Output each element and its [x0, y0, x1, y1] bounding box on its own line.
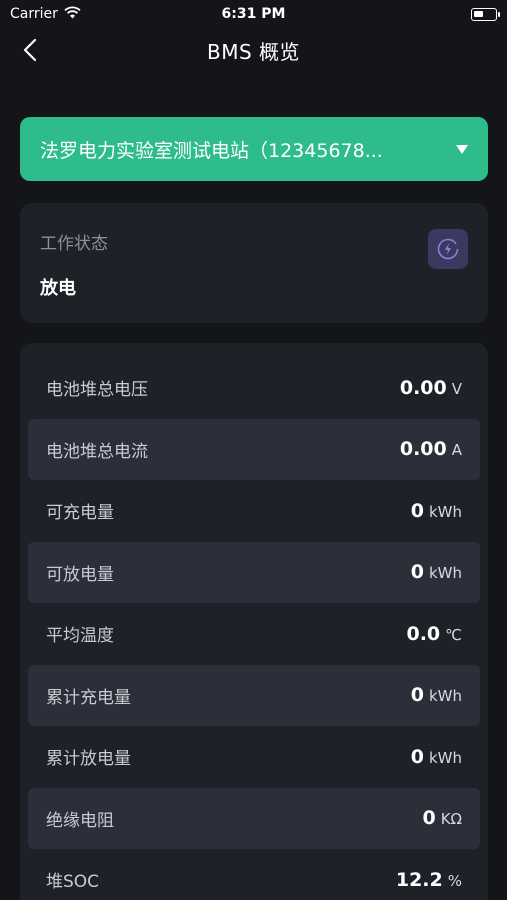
chevron-left-icon — [23, 38, 37, 62]
metric-value: 0 — [410, 561, 424, 584]
metric-row-dischargeable-energy: 可放电量 0 kWh — [28, 541, 480, 603]
metric-value-group: 0 kWh — [411, 684, 462, 706]
metric-unit: KΩ — [440, 810, 462, 829]
metric-label: 可放电量 — [46, 564, 114, 585]
metric-label: 电池堆总电压 — [46, 380, 148, 401]
metric-value: 0 — [410, 684, 424, 707]
metric-value-group: 0.00 A — [400, 438, 462, 460]
metric-label: 堆SOC — [46, 872, 100, 893]
metric-value: 0.00 — [399, 438, 447, 461]
metric-row-stack-soc: 堆SOC 12.2 % — [28, 849, 480, 900]
metric-label: 平均温度 — [46, 626, 114, 647]
metric-row-stack-current: 电池堆总电流 0.00 A — [28, 418, 480, 480]
metric-value: 0.00 — [399, 376, 447, 399]
status-bar: Carrier 6:31 PM — [0, 0, 507, 28]
metric-label: 绝缘电阻 — [46, 810, 114, 831]
status-left: Carrier — [10, 6, 81, 23]
metric-unit: % — [447, 871, 462, 890]
metric-label: 电池堆总电流 — [46, 441, 148, 462]
wifi-icon — [64, 6, 81, 23]
work-status-card: 工作状态 放电 — [20, 203, 488, 323]
station-selected-value: 法罗电力实验室测试电站（12345678... — [40, 139, 383, 162]
station-dropdown[interactable]: 法罗电力实验室测试电站（12345678... — [20, 117, 488, 181]
metric-value-group: 0 kWh — [411, 561, 462, 583]
metric-value: 0.0 — [406, 622, 441, 645]
metrics-card: 电池堆总电压 0.00 V 电池堆总电流 0.00 A 可充电量 0 kWh 可… — [20, 343, 488, 900]
metric-value: 0 — [410, 499, 424, 522]
metric-unit: kWh — [428, 564, 462, 583]
metric-row-total-discharged: 累计放电量 0 kWh — [28, 726, 480, 788]
metric-row-chargeable-energy: 可充电量 0 kWh — [28, 480, 480, 542]
metric-value-group: 12.2 % — [396, 869, 462, 891]
metric-value-group: 0 KΩ — [422, 807, 462, 829]
lightning-bolt-icon — [428, 229, 468, 269]
caret-down-icon — [456, 144, 468, 154]
metric-row-insulation-resistance: 绝缘电阻 0 KΩ — [28, 787, 480, 849]
metric-value: 12.2 — [395, 868, 443, 891]
metric-value-group: 0.0 ℃ — [406, 623, 462, 645]
work-status-value: 放电 — [40, 278, 76, 299]
metric-value-group: 0 kWh — [411, 500, 462, 522]
metric-unit: ℃ — [445, 625, 462, 644]
metric-label: 累计充电量 — [46, 687, 131, 708]
metric-unit: kWh — [428, 748, 462, 767]
metric-unit: V — [451, 379, 462, 398]
carrier-label: Carrier — [10, 6, 58, 22]
page-title: BMS 概览 — [206, 39, 301, 64]
battery-icon — [471, 7, 500, 21]
metric-label: 累计放电量 — [46, 749, 131, 770]
metric-value: 0 — [422, 807, 436, 830]
metric-value: 0 — [410, 745, 424, 768]
metric-unit: kWh — [428, 502, 462, 521]
metric-unit: kWh — [428, 687, 462, 706]
metric-row-average-temperature: 平均温度 0.0 ℃ — [28, 603, 480, 665]
nav-bar: BMS 概览 — [0, 28, 507, 72]
metric-value-group: 0 kWh — [411, 746, 462, 768]
metric-value-group: 0.00 V — [400, 377, 462, 399]
work-status-label: 工作状态 — [40, 234, 108, 254]
metric-unit: A — [451, 441, 462, 460]
back-button[interactable] — [14, 34, 46, 66]
metric-row-total-charged: 累计充电量 0 kWh — [28, 664, 480, 726]
metric-label: 可充电量 — [46, 503, 114, 524]
metric-row-stack-voltage: 电池堆总电压 0.00 V — [28, 357, 480, 419]
